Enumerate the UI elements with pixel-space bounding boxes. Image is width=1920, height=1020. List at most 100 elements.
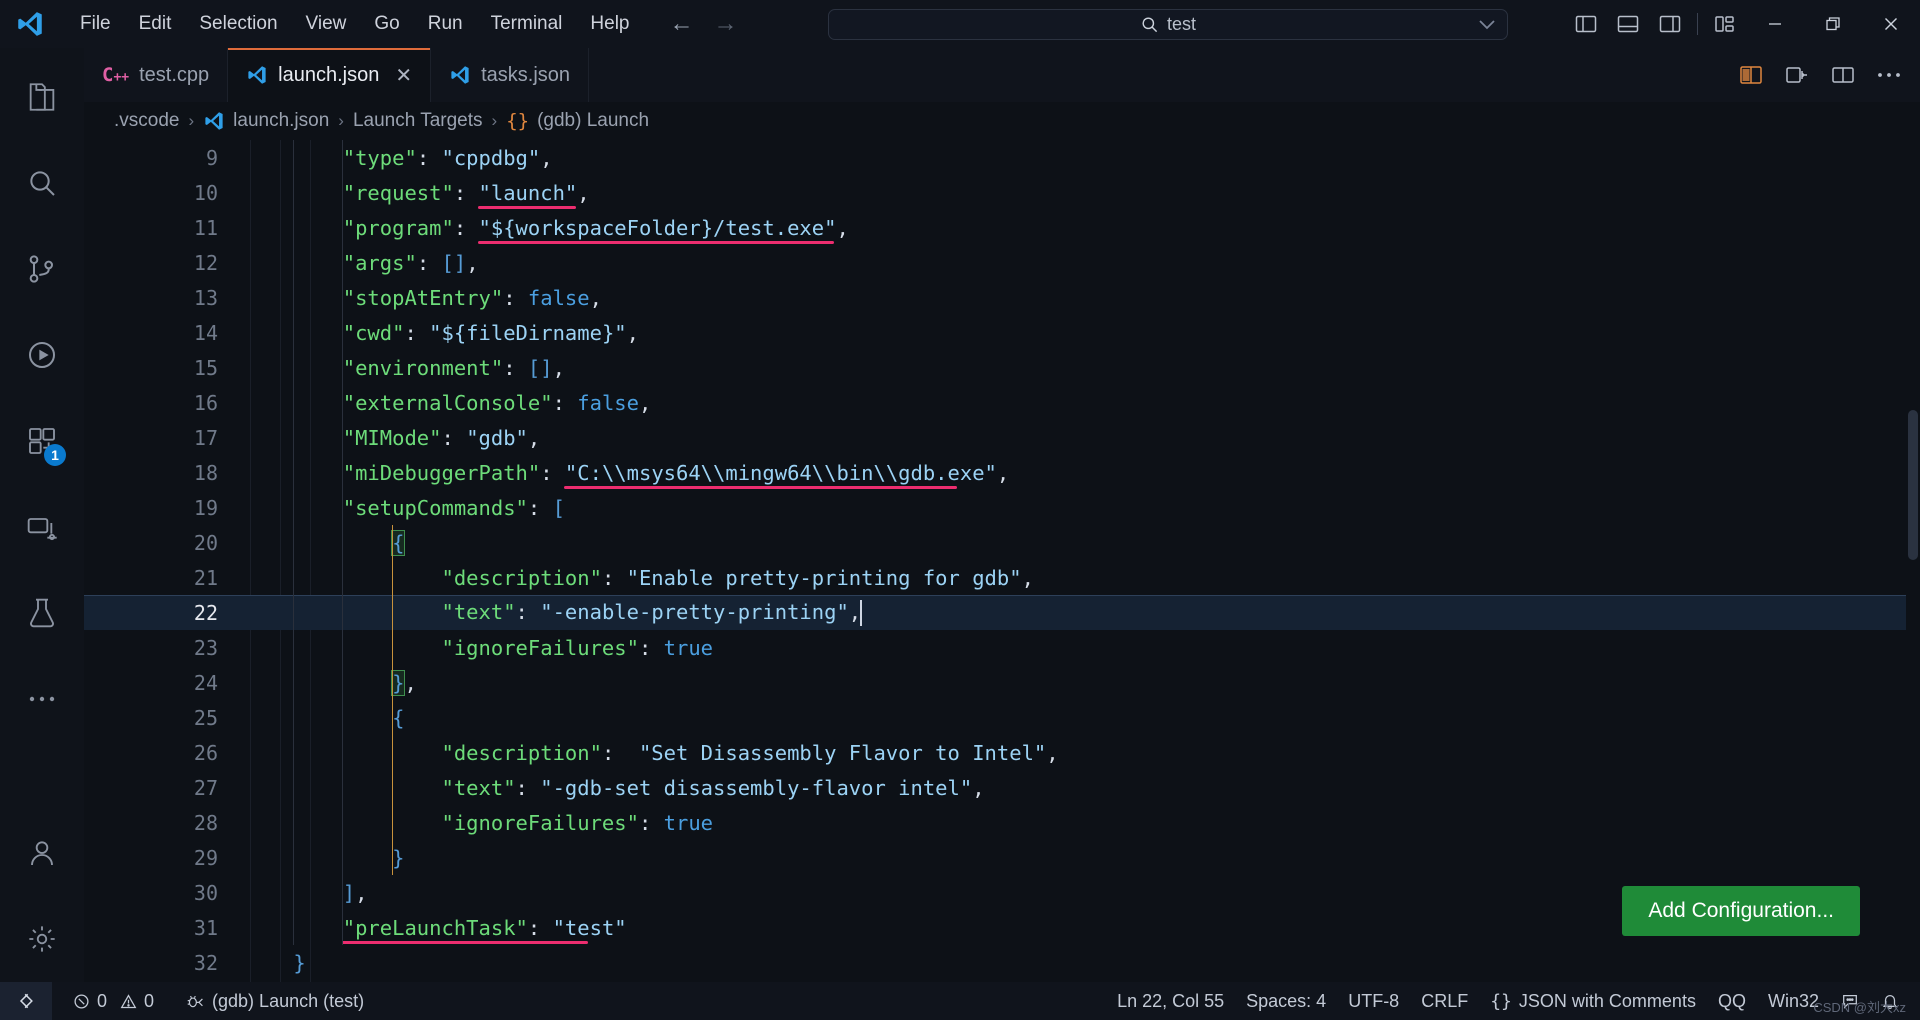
breadcrumb-separator: › [491, 111, 498, 130]
sidebar-item-run-and-debug[interactable] [0, 312, 84, 398]
close-icon[interactable]: ✕ [395, 63, 412, 88]
line-content: "MIMode": "gdb", [342, 425, 541, 450]
menu-item-view[interactable]: View [292, 8, 361, 40]
breadcrumb-item-label: (gdb) Launch [537, 110, 650, 131]
code-line[interactable]: 32 } [84, 945, 1920, 980]
code-line[interactable]: 13 "stopAtEntry": false, [84, 280, 1920, 315]
maximize-button[interactable] [1804, 0, 1862, 48]
code-line[interactable]: 23 "ignoreFailures": true [84, 630, 1920, 665]
sidebar-item-remote-explorer[interactable] [0, 484, 84, 570]
status-debug-target[interactable]: (gdb) Launch (test) [175, 982, 375, 1020]
status-indentation-label: Spaces: 4 [1246, 990, 1327, 1011]
code-line[interactable]: 16 "externalConsole": false, [84, 385, 1920, 420]
minimize-button[interactable] [1746, 0, 1804, 48]
status-cursor-position[interactable]: Ln 22, Col 55 [1106, 982, 1235, 1020]
panel-right-icon[interactable] [1649, 0, 1691, 48]
status-qq[interactable]: QQ [1707, 982, 1757, 1020]
code-line[interactable]: 15 "environment": [], [84, 350, 1920, 385]
status-problems[interactable]: 0 0 [62, 982, 165, 1020]
sidebar-item-more[interactable] [0, 656, 84, 742]
editor-tab-tasks-json[interactable]: tasks.json [431, 48, 590, 102]
arrow-left-icon[interactable]: ← [670, 12, 694, 36]
panel-bottom-icon[interactable] [1607, 0, 1649, 48]
settings-gear-icon[interactable] [0, 896, 84, 982]
accounts-button[interactable] [0, 810, 84, 896]
more-actions-button[interactable] [1872, 58, 1906, 92]
menu-item-edit[interactable]: Edit [125, 8, 186, 40]
open-changes-button[interactable] [1734, 58, 1768, 92]
annotation-underline [477, 206, 577, 209]
status-eol[interactable]: CRLF [1410, 982, 1479, 1020]
code-line[interactable]: 17 "MIMode": "gdb", [84, 420, 1920, 455]
line-content: } [293, 950, 306, 975]
toggle-layout-button[interactable] [1826, 58, 1860, 92]
status-platform[interactable]: Win32 [1757, 982, 1830, 1020]
vscode-json-file-icon [449, 64, 471, 86]
code-editor[interactable]: 9 "type": "cppdbg", 10 "request": "launch… [84, 140, 1920, 982]
code-line[interactable]: 21 "description": "Enable pretty-printin… [84, 560, 1920, 595]
layout-customize-icon[interactable] [1704, 0, 1746, 48]
code-line[interactable]: 12 "args": [], [84, 245, 1920, 280]
menu-item-go[interactable]: Go [360, 8, 413, 40]
breadcrumb-item-1[interactable]: launch.json [203, 110, 329, 132]
sidebar-item-testing[interactable] [0, 570, 84, 656]
remote-window-icon[interactable] [0, 982, 52, 1020]
editor-tab-launch-json[interactable]: launch.json ✕ [228, 48, 432, 102]
status-language-mode[interactable]: {} JSON with Comments [1479, 982, 1707, 1020]
breadcrumb-item-3[interactable]: {} (gdb) Launch [506, 110, 649, 132]
close-button[interactable] [1862, 0, 1920, 48]
editor-tab-test-cpp[interactable]: C++ test.cpp [84, 48, 229, 102]
line-number: 26 [193, 740, 218, 765]
status-cursor-position-label: Ln 22, Col 55 [1117, 990, 1225, 1011]
code-line[interactable]: 9 "type": "cppdbg", [84, 140, 1920, 175]
breadcrumb-item-2[interactable]: Launch Targets [353, 110, 483, 132]
divider [1697, 13, 1698, 35]
status-feedback[interactable] [1830, 982, 1870, 1020]
status-qq-label: QQ [1717, 990, 1746, 1011]
code-line[interactable]: 29 } [84, 840, 1920, 875]
status-indentation[interactable]: Spaces: 4 [1235, 982, 1337, 1020]
bracket-match: { [391, 529, 406, 556]
line-number: 10 [193, 180, 218, 205]
add-configuration-button[interactable]: Add Configuration... [1622, 886, 1860, 936]
code-line[interactable]: 24 }, [84, 665, 1920, 700]
chevron-down-icon[interactable] [1479, 19, 1495, 30]
editor-tab-label: tasks.json [481, 63, 571, 86]
sidebar-item-source-control[interactable] [0, 226, 84, 312]
code-line[interactable]: 19 "setupCommands": [ [84, 490, 1920, 525]
menu-item-terminal[interactable]: Terminal [477, 8, 577, 40]
search-input[interactable]: test [828, 9, 1508, 40]
breadcrumb-item-0[interactable]: .vscode [114, 110, 179, 132]
line-content: "text": "-enable-pretty-printing", [441, 599, 863, 626]
code-line[interactable]: 26 "description": "Set Disassembly Flavo… [84, 735, 1920, 770]
menu-item-help[interactable]: Help [576, 8, 643, 40]
code-line[interactable]: 27 "text": "-gdb-set disassembly-flavor … [84, 770, 1920, 805]
panel-left-icon[interactable] [1565, 0, 1607, 48]
split-editor-right-button[interactable] [1780, 58, 1814, 92]
code-line[interactable]: 22 "text": "-enable-pretty-printing", [84, 595, 1920, 630]
editor-tab-bar: C++ test.cpp launch.json ✕ tasks.json [84, 48, 1920, 102]
sidebar-item-extensions[interactable]: 1 [0, 398, 84, 484]
code-line[interactable]: 20 { [84, 525, 1920, 560]
code-line[interactable]: 25 { [84, 700, 1920, 735]
menu-bar: File Edit Selection View Go Run Terminal Help [66, 8, 644, 40]
editor-scrollbar[interactable] [1908, 410, 1918, 560]
code-line[interactable]: 11 "program": "${workspaceFolder}/test.e… [84, 210, 1920, 245]
status-encoding[interactable]: UTF-8 [1337, 982, 1410, 1020]
title-bar-right [1565, 0, 1920, 48]
status-notifications[interactable] [1870, 982, 1910, 1020]
line-number: 32 [193, 950, 218, 975]
code-line[interactable]: 10 "request": "launch", [84, 175, 1920, 210]
menu-item-selection[interactable]: Selection [185, 8, 291, 40]
menu-item-file[interactable]: File [66, 8, 125, 40]
sidebar-item-explorer[interactable] [0, 54, 84, 140]
code-line[interactable]: 28 "ignoreFailures": true [84, 805, 1920, 840]
indent-guide [391, 525, 393, 875]
minimap[interactable] [1906, 140, 1920, 982]
arrow-right-icon[interactable]: → [714, 12, 738, 36]
code-line[interactable]: 18 "miDebuggerPath": "C:\\msys64\\mingw6… [84, 455, 1920, 490]
code-line[interactable]: 14 "cwd": "${fileDirname}", [84, 315, 1920, 350]
menu-item-run[interactable]: Run [414, 8, 477, 40]
sidebar-item-search[interactable] [0, 140, 84, 226]
line-content: { [244, 529, 406, 556]
